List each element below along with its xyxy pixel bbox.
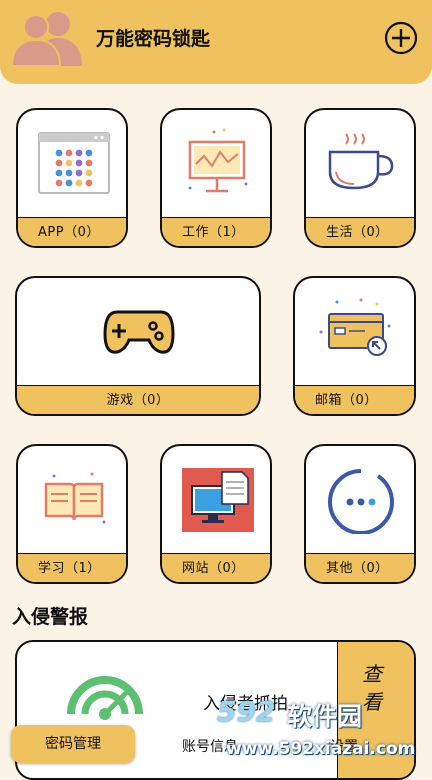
watermark-url: www.592xiazai.com bbox=[226, 739, 416, 759]
category-label: 邮箱（0） bbox=[315, 393, 378, 408]
category-card-games[interactable]: 游戏（0） bbox=[15, 276, 261, 416]
view-button-label: 查看 bbox=[362, 662, 382, 714]
category-card-life[interactable]: 生活（0） bbox=[304, 108, 416, 248]
category-label: 学习（1） bbox=[38, 561, 101, 576]
watermark-site-name: 软件园 bbox=[287, 702, 363, 731]
category-label: 网站（0） bbox=[182, 561, 245, 576]
browser-app-grid-icon bbox=[38, 132, 110, 194]
section-title-intrusion: 入侵警报 bbox=[12, 606, 89, 628]
watermark-number: 592 bbox=[217, 695, 276, 728]
gamepad-icon bbox=[103, 310, 175, 354]
category-label: 生活（0） bbox=[326, 225, 389, 240]
category-card-work[interactable]: 工作（1） bbox=[160, 108, 272, 248]
category-label: 工作（1） bbox=[182, 225, 245, 240]
mail-card-icon bbox=[319, 298, 391, 356]
user-avatar-icon[interactable] bbox=[12, 8, 84, 66]
app-header: 万能密码锁匙 bbox=[0, 0, 432, 84]
category-card-mail[interactable]: 邮箱（0） bbox=[293, 276, 416, 416]
monitor-document-icon bbox=[182, 468, 254, 532]
add-plus-icon[interactable] bbox=[383, 20, 419, 56]
category-card-study[interactable]: 学习（1） bbox=[16, 444, 128, 584]
category-card-other[interactable]: 其他（0） bbox=[304, 444, 416, 584]
category-label: APP（0） bbox=[38, 225, 100, 240]
coffee-cup-icon bbox=[328, 133, 394, 190]
category-card-app[interactable]: APP（0） bbox=[16, 108, 128, 248]
category-label: 游戏（0） bbox=[106, 393, 170, 408]
category-card-website[interactable]: 网站（0） bbox=[160, 444, 272, 584]
open-book-icon bbox=[44, 472, 106, 524]
chat-dots-icon bbox=[328, 469, 395, 534]
presentation-board-icon bbox=[188, 128, 248, 193]
app-title: 万能密码锁匙 bbox=[96, 28, 211, 50]
tab-password-manage[interactable]: 密码管理 bbox=[11, 725, 135, 763]
category-label: 其他（0） bbox=[326, 561, 389, 576]
